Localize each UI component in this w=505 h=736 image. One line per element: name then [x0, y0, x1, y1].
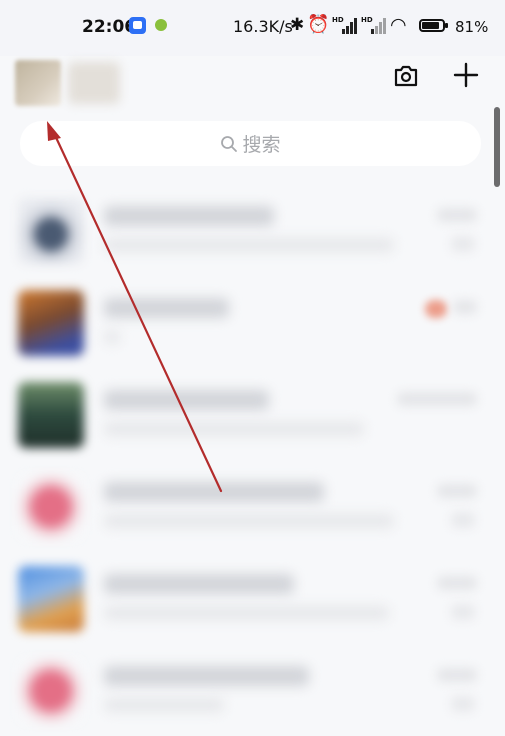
- chat-avatar: [18, 198, 84, 264]
- chat-avatar: [18, 382, 84, 448]
- app-notification-icon: [129, 17, 146, 34]
- chat-time: [437, 576, 477, 590]
- chat-preview: [104, 422, 364, 436]
- user-nickname: [68, 62, 120, 104]
- app-notification-icon: [155, 19, 167, 31]
- wifi-icon: ◠: [390, 14, 407, 36]
- chat-mute-icon: [451, 236, 475, 252]
- chat-name: [104, 574, 294, 594]
- signal-hd-label: HD: [332, 16, 344, 24]
- chat-name: [104, 666, 309, 686]
- chat-avatar: [18, 658, 84, 724]
- signal-icon: HD: [332, 16, 358, 34]
- app-header: [0, 56, 505, 110]
- search-icon: [221, 135, 238, 152]
- status-time: 22:06: [82, 17, 137, 37]
- avatar[interactable]: [15, 60, 61, 106]
- plus-icon[interactable]: [453, 62, 479, 88]
- chat-preview: [104, 514, 394, 528]
- battery-percent: 81%: [455, 18, 489, 36]
- network-speed: 16.3K/s: [233, 17, 293, 36]
- chat-preview: [104, 698, 224, 712]
- list-item[interactable]: [0, 276, 505, 368]
- chat-name: [104, 206, 274, 226]
- chat-time: [437, 484, 477, 498]
- chat-time: [437, 668, 477, 682]
- chat-avatar: [18, 566, 84, 632]
- search-bar[interactable]: 搜索: [20, 121, 481, 166]
- bluetooth-icon: ✱: [290, 15, 305, 35]
- chat-list: [0, 184, 505, 736]
- chat-time: [397, 392, 477, 406]
- chat-avatar: [18, 474, 84, 540]
- scrollbar[interactable]: [494, 107, 500, 187]
- chat-preview: [104, 238, 394, 252]
- chat-mute-icon: [451, 604, 475, 620]
- list-item[interactable]: [0, 552, 505, 644]
- chat-preview: [104, 606, 389, 620]
- chat-avatar: [18, 290, 84, 356]
- chat-name: [104, 482, 324, 502]
- list-item[interactable]: [0, 460, 505, 552]
- signal-icon: HD: [361, 16, 387, 34]
- camera-icon[interactable]: [393, 64, 419, 88]
- chat-preview: [104, 330, 120, 344]
- status-bar: 22:06 16.3K/s ✱ ⏰ HD HD ◠ 81%: [0, 0, 505, 56]
- battery-icon: [419, 19, 448, 32]
- chat-mute-icon: [451, 696, 475, 712]
- list-item[interactable]: [0, 368, 505, 460]
- list-item[interactable]: [0, 644, 505, 736]
- alarm-icon: ⏰: [307, 14, 330, 35]
- chat-name: [104, 390, 269, 410]
- list-item[interactable]: [0, 184, 505, 276]
- chat-time: [437, 208, 477, 222]
- search-placeholder: 搜索: [242, 134, 281, 156]
- chat-mute-icon: [451, 512, 475, 528]
- signal-hd-label: HD: [361, 16, 373, 24]
- chat-time: [453, 300, 477, 314]
- unread-badge: [425, 300, 447, 318]
- chat-name: [104, 298, 229, 318]
